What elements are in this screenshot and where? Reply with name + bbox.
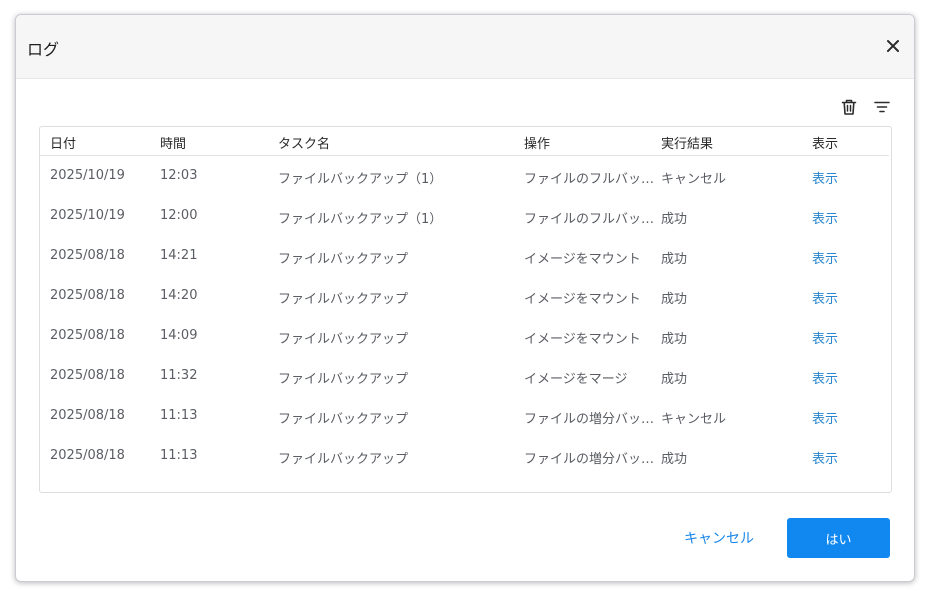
- cell-task: ファイルバックアップ: [278, 252, 409, 267]
- cell-result: キャンセル: [661, 412, 727, 427]
- cell-result: 成功: [661, 212, 688, 227]
- table-row: 2025/08/18 11:32 ファイルバックアップ イメージをマージ 成功 …: [40, 356, 889, 396]
- header-date: 日付: [50, 137, 77, 152]
- view-link[interactable]: 表示: [812, 448, 872, 467]
- dialog-titlebar: ログ: [16, 15, 914, 79]
- cell-time: 14:09: [160, 328, 198, 343]
- header-operation: 操作: [524, 137, 551, 152]
- cell-task: ファイルバックアップ: [278, 292, 409, 307]
- cell-task: ファイルバックアップ: [278, 372, 409, 387]
- table-row: 2025/08/18 14:09 ファイルバックアップ イメージをマウント 成功…: [40, 316, 889, 356]
- cell-result: キャンセル: [661, 172, 727, 187]
- cell-time: 11:32: [160, 368, 198, 383]
- filter-icon[interactable]: [873, 98, 891, 116]
- table-row: 2025/10/19 12:00 ファイルバックアップ（1） ファイルのフルバッ…: [40, 196, 889, 236]
- view-link[interactable]: 表示: [812, 168, 872, 187]
- cell-date: 2025/08/18: [50, 408, 125, 423]
- cell-task: ファイルバックアップ（1）: [278, 212, 443, 227]
- view-link[interactable]: 表示: [812, 368, 872, 387]
- cancel-button[interactable]: キャンセル: [676, 518, 762, 558]
- table-row: 2025/08/18 14:21 ファイルバックアップ イメージをマウント 成功…: [40, 236, 889, 276]
- cell-operation: ファイルの増分バックア...: [524, 452, 660, 467]
- cell-time: 14:20: [160, 288, 198, 303]
- view-link[interactable]: 表示: [812, 408, 872, 427]
- cell-time: 12:00: [160, 208, 198, 223]
- cell-result: 成功: [661, 332, 688, 347]
- cell-date: 2025/08/18: [50, 448, 125, 463]
- cell-date: 2025/10/19: [50, 168, 125, 183]
- cell-operation: イメージをマージ: [524, 372, 628, 387]
- log-table: 日付 時間 タスク名 操作 実行結果 表示 2025/10/19 12:03 フ…: [39, 126, 892, 493]
- cell-date: 2025/08/18: [50, 288, 125, 303]
- table-header: 日付 時間 タスク名 操作 実行結果 表示: [40, 127, 889, 156]
- table-row: 2025/08/18 14:20 ファイルバックアップ イメージをマウント 成功…: [40, 276, 889, 316]
- view-link[interactable]: 表示: [812, 248, 872, 267]
- cell-task: ファイルバックアップ（1）: [278, 172, 443, 187]
- table-row: 2025/08/18 11:13 ファイルバックアップ ファイルの増分バックア.…: [40, 396, 889, 436]
- view-link[interactable]: 表示: [812, 288, 872, 307]
- cell-operation: イメージをマウント: [524, 252, 641, 267]
- cell-result: 成功: [661, 252, 688, 267]
- table-row: 2025/10/19 12:03 ファイルバックアップ（1） ファイルのフルバッ…: [40, 156, 889, 196]
- view-link[interactable]: 表示: [812, 208, 872, 227]
- cell-date: 2025/08/18: [50, 248, 125, 263]
- yes-button[interactable]: はい: [787, 518, 890, 558]
- header-result: 実行結果: [661, 137, 714, 152]
- cell-operation: イメージをマウント: [524, 292, 641, 307]
- cell-result: 成功: [661, 452, 688, 467]
- cell-date: 2025/08/18: [50, 368, 125, 383]
- cell-time: 11:13: [160, 408, 198, 423]
- cell-operation: ファイルのフルバックアップ: [524, 212, 660, 227]
- cell-operation: イメージをマウント: [524, 332, 641, 347]
- cell-date: 2025/08/18: [50, 328, 125, 343]
- cell-result: 成功: [661, 292, 688, 307]
- close-icon[interactable]: [884, 37, 902, 55]
- cell-operation: ファイルのフルバックアップ: [524, 172, 660, 187]
- cell-task: ファイルバックアップ: [278, 412, 409, 427]
- cell-time: 11:13: [160, 448, 198, 463]
- view-link[interactable]: 表示: [812, 328, 872, 347]
- cell-task: ファイルバックアップ: [278, 332, 409, 347]
- cell-time: 12:03: [160, 168, 198, 183]
- cell-result: 成功: [661, 372, 688, 387]
- header-task: タスク名: [278, 137, 331, 152]
- cell-time: 14:21: [160, 248, 198, 263]
- table-row: 2025/08/18 11:13 ファイルバックアップ ファイルの増分バックア.…: [40, 436, 889, 476]
- header-view: 表示: [812, 137, 839, 152]
- cell-task: ファイルバックアップ: [278, 452, 409, 467]
- trash-icon[interactable]: [840, 98, 858, 116]
- header-time: 時間: [160, 137, 187, 152]
- cell-operation: ファイルの増分バックア...: [524, 412, 660, 427]
- cell-date: 2025/10/19: [50, 208, 125, 223]
- dialog-title: ログ: [27, 40, 60, 59]
- log-dialog: ログ 日付 時間 タスク名 操作 実行結果 表示 2025/10/19 12:0…: [15, 14, 915, 582]
